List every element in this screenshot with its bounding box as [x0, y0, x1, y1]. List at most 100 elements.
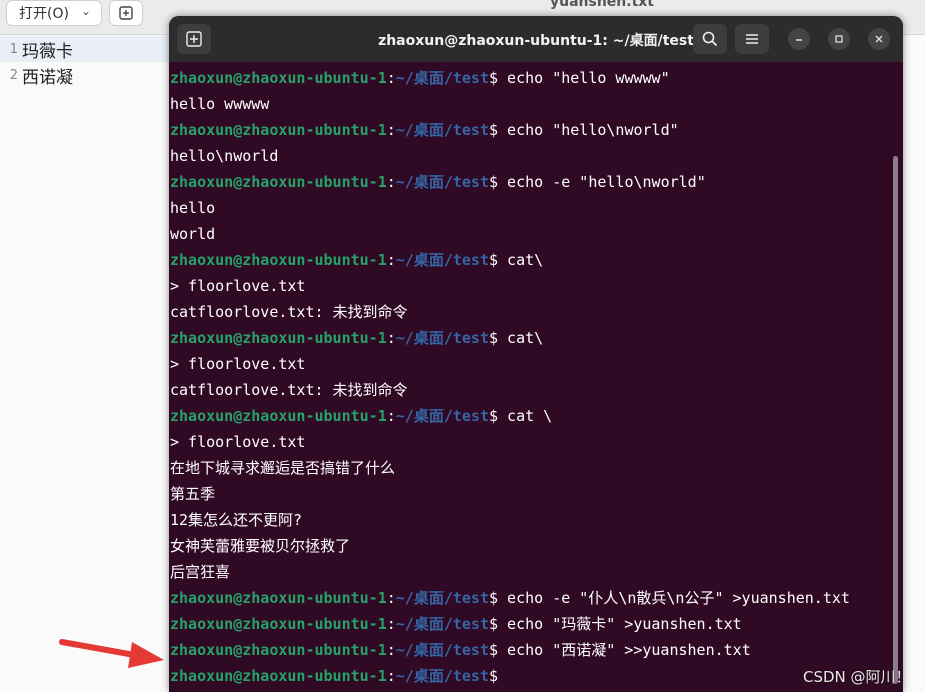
prompt-path: ~/桌面/test — [395, 615, 489, 633]
prompt-user: zhaoxun@zhaoxun-ubuntu-1 — [170, 407, 387, 425]
prompt-path: ~/桌面/test — [395, 173, 489, 191]
prompt-dollar: $ — [489, 121, 499, 139]
prompt-path: ~/桌面/test — [395, 251, 489, 269]
command-text: echo "hello wwwww" — [498, 69, 670, 87]
maximize-icon — [835, 35, 843, 43]
command-text: cat\ — [498, 329, 544, 347]
command-text: cat\ — [498, 251, 544, 269]
close-icon — [875, 35, 883, 43]
terminal-output-line: 12集怎么还不更阿? — [170, 511, 303, 529]
prompt-separator: : — [386, 641, 396, 659]
prompt-dollar: $ — [489, 641, 499, 659]
editor-line[interactable]: 2 西诺凝 — [0, 62, 170, 88]
prompt-dollar: $ — [489, 69, 499, 87]
prompt-path: ~/桌面/test — [395, 329, 489, 347]
prompt-dollar: $ — [489, 173, 499, 191]
prompt-dollar: $ — [489, 667, 499, 685]
minimize-icon — [796, 39, 802, 41]
terminal-header: zhaoxun@zhaoxun-ubuntu-1: ~/桌面/test — [169, 16, 903, 62]
terminal-window[interactable]: zhaoxun@zhaoxun-ubuntu-1: ~/桌面/test zhao… — [169, 16, 903, 692]
prompt-user: zhaoxun@zhaoxun-ubuntu-1 — [170, 121, 387, 139]
file-title: yuanshen.txt — [550, 0, 655, 10]
terminal-prompt-line: zhaoxun@zhaoxun-ubuntu-1:~/桌面/test$ echo… — [170, 169, 890, 195]
terminal-output-line: world — [170, 225, 216, 243]
open-button-label: 打开(O) — [19, 6, 69, 22]
prompt-path: ~/桌面/test — [395, 407, 489, 425]
prompt-user: zhaoxun@zhaoxun-ubuntu-1 — [170, 667, 387, 685]
terminal-scrollbar[interactable] — [893, 156, 898, 684]
prompt-path: ~/桌面/test — [395, 641, 489, 659]
terminal-prompt-line: zhaoxun@zhaoxun-ubuntu-1:~/桌面/test$ cat\ — [170, 247, 890, 273]
editor-line[interactable]: 1 玛薇卡 — [0, 36, 170, 62]
prompt-dollar: $ — [489, 589, 499, 607]
command-text: echo "hello\nworld" — [498, 121, 679, 139]
prompt-separator: : — [386, 329, 396, 347]
terminal-prompt-line: zhaoxun@zhaoxun-ubuntu-1:~/桌面/test$ echo… — [170, 585, 890, 611]
prompt-path: ~/桌面/test — [395, 69, 489, 87]
prompt-separator: : — [386, 69, 396, 87]
terminal-output-line: catfloorlove.txt: 未找到命令 — [170, 381, 408, 399]
terminal-output-line: > floorlove.txt — [170, 355, 306, 373]
terminal-output-line: > floorlove.txt — [170, 277, 306, 295]
prompt-user: zhaoxun@zhaoxun-ubuntu-1 — [170, 173, 387, 191]
close-button[interactable] — [868, 28, 890, 50]
new-tab-icon — [119, 6, 133, 20]
terminal-output-line: hello — [170, 199, 216, 217]
menu-button[interactable] — [735, 24, 769, 54]
new-tab-button[interactable] — [109, 0, 143, 26]
terminal-output[interactable]: zhaoxun@zhaoxun-ubuntu-1:~/桌面/test$ echo… — [170, 65, 890, 689]
prompt-user: zhaoxun@zhaoxun-ubuntu-1 — [170, 589, 387, 607]
terminal-prompt-line: zhaoxun@zhaoxun-ubuntu-1:~/桌面/test$ echo… — [170, 611, 890, 637]
terminal-output-line: 后宫狂喜 — [170, 563, 231, 581]
terminal-output-line: > floorlove.txt — [170, 433, 306, 451]
search-icon — [702, 31, 718, 47]
prompt-user: zhaoxun@zhaoxun-ubuntu-1 — [170, 641, 387, 659]
prompt-separator: : — [386, 251, 396, 269]
prompt-dollar: $ — [489, 615, 499, 633]
terminal-prompt-line: zhaoxun@zhaoxun-ubuntu-1:~/桌面/test$ echo… — [170, 65, 890, 91]
prompt-separator: : — [386, 121, 396, 139]
prompt-separator: : — [386, 667, 396, 685]
terminal-prompt-line: zhaoxun@zhaoxun-ubuntu-1:~/桌面/test$ cat … — [170, 403, 890, 429]
maximize-button[interactable] — [828, 28, 850, 50]
terminal-output-line: 在地下城寻求邂逅是否搞错了什么 — [170, 459, 396, 477]
hamburger-menu-icon — [746, 34, 758, 44]
terminal-prompt-line: zhaoxun@zhaoxun-ubuntu-1:~/桌面/test$ cat\ — [170, 325, 890, 351]
line-number: 2 — [9, 67, 18, 83]
terminal-prompt-line: zhaoxun@zhaoxun-ubuntu-1:~/桌面/test$ echo… — [170, 637, 890, 663]
prompt-dollar: $ — [489, 251, 499, 269]
prompt-user: zhaoxun@zhaoxun-ubuntu-1 — [170, 69, 387, 87]
terminal-output-line: 女神芙蕾雅要被贝尔拯救了 — [170, 537, 351, 555]
prompt-path: ~/桌面/test — [395, 667, 489, 685]
prompt-user: zhaoxun@zhaoxun-ubuntu-1 — [170, 251, 387, 269]
chevron-down-icon: ⌄ — [80, 4, 91, 18]
open-button[interactable]: 打开(O) ⌄ — [6, 0, 102, 26]
minimize-button[interactable] — [788, 28, 810, 50]
prompt-separator: : — [386, 615, 396, 633]
terminal-output-line: hello\nworld — [170, 147, 279, 165]
terminal-output-line: 第五季 — [170, 485, 216, 503]
terminal-prompt-line: zhaoxun@zhaoxun-ubuntu-1:~/桌面/test$ echo… — [170, 117, 890, 143]
prompt-separator: : — [386, 173, 396, 191]
prompt-dollar: $ — [489, 407, 499, 425]
prompt-separator: : — [386, 407, 396, 425]
line-number: 1 — [9, 41, 18, 57]
search-button[interactable] — [693, 24, 727, 54]
terminal-prompt-line: zhaoxun@zhaoxun-ubuntu-1:~/桌面/test$ — [170, 663, 890, 689]
line-text: 玛薇卡 — [22, 41, 73, 62]
terminal-output-line: hello wwwww — [170, 95, 270, 113]
editor-text-area[interactable]: 1 玛薇卡 2 西诺凝 — [0, 36, 170, 88]
red-arrow-annotation — [59, 639, 164, 668]
prompt-dollar: $ — [489, 329, 499, 347]
watermark: CSDN @阿川！ — [803, 668, 911, 686]
command-text: echo -e "仆人\n散兵\n公子" >yuanshen.txt — [498, 589, 850, 607]
command-text: echo -e "hello\nworld" — [498, 173, 706, 191]
prompt-user: zhaoxun@zhaoxun-ubuntu-1 — [170, 329, 387, 347]
command-text: cat \ — [498, 407, 553, 425]
prompt-path: ~/桌面/test — [395, 121, 489, 139]
prompt-user: zhaoxun@zhaoxun-ubuntu-1 — [170, 615, 387, 633]
prompt-separator: : — [386, 589, 396, 607]
line-text: 西诺凝 — [22, 67, 73, 88]
command-text: echo "西诺凝" >>yuanshen.txt — [498, 641, 751, 659]
terminal-output-line: catfloorlove.txt: 未找到命令 — [170, 303, 408, 321]
